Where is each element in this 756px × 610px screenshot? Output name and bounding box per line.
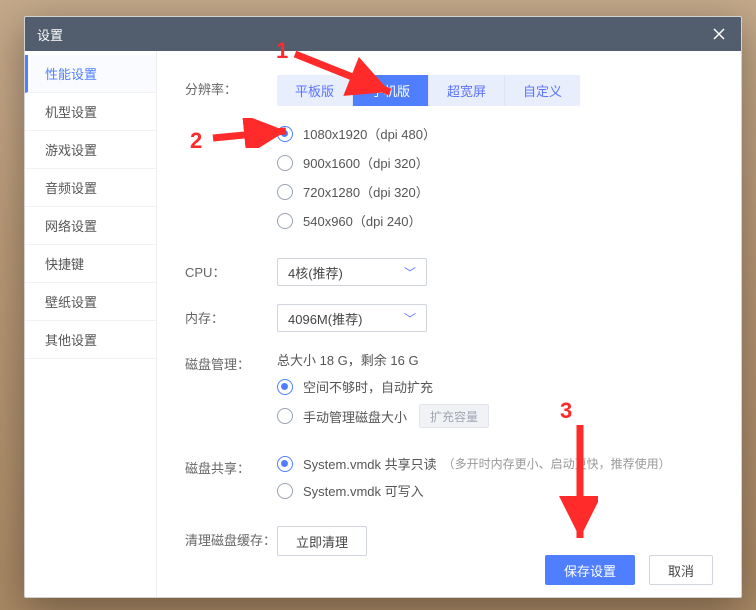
radio-icon xyxy=(277,379,293,395)
row-disk-share: 磁盘共享： System.vmdk 共享只读 （多开时内存更小、启动更快，推荐使用… xyxy=(185,454,713,508)
option-label: 1080x1920（dpi 480） xyxy=(303,124,436,143)
resolution-option-3[interactable]: 540x960（dpi 240） xyxy=(277,211,713,230)
tab-ultrawide[interactable]: 超宽屏 xyxy=(428,75,504,106)
disk-share-writable[interactable]: System.vmdk 可写入 xyxy=(277,481,713,500)
sidebar-item-label: 性能设置 xyxy=(45,64,97,83)
row-memory: 内存： 4096M(推荐) ﹀ xyxy=(185,304,713,332)
row-cpu: CPU： 4核(推荐) ﹀ xyxy=(185,258,713,286)
sidebar-item-performance[interactable]: 性能设置 xyxy=(25,55,156,93)
resolution-option-2[interactable]: 720x1280（dpi 320） xyxy=(277,182,713,201)
select-value: 4096M(推荐) xyxy=(288,309,362,328)
disk-summary: 总大小 18 G，剩余 16 G xyxy=(277,350,713,369)
sidebar-item-game[interactable]: 游戏设置 xyxy=(25,131,156,169)
tab-custom[interactable]: 自定义 xyxy=(504,75,580,106)
expand-capacity-button: 扩充容量 xyxy=(419,404,489,428)
radio-icon xyxy=(277,184,293,200)
save-button[interactable]: 保存设置 xyxy=(545,555,635,585)
select-value: 4核(推荐) xyxy=(288,263,343,282)
sidebar-item-audio[interactable]: 音频设置 xyxy=(25,169,156,207)
chevron-down-icon: ﹀ xyxy=(404,310,416,327)
radio-icon xyxy=(277,155,293,171)
resolution-option-0[interactable]: 1080x1920（dpi 480） xyxy=(277,124,713,143)
sidebar-item-label: 网络设置 xyxy=(45,216,97,235)
cpu-label: CPU： xyxy=(185,258,277,286)
resolution-control: 平板版 手机版 超宽屏 自定义 1080x1920（dpi 480） 900x1… xyxy=(277,75,713,240)
disk-share-readonly[interactable]: System.vmdk 共享只读 （多开时内存更小、启动更快，推荐使用） xyxy=(277,454,713,473)
resolution-options: 1080x1920（dpi 480） 900x1600（dpi 320） 720… xyxy=(277,124,713,230)
radio-icon xyxy=(277,213,293,229)
resolution-tabs: 平板版 手机版 超宽屏 自定义 xyxy=(277,75,580,106)
sidebar-item-shortcut[interactable]: 快捷键 xyxy=(25,245,156,283)
sidebar-item-wallpaper[interactable]: 壁纸设置 xyxy=(25,283,156,321)
tab-tablet[interactable]: 平板版 xyxy=(277,75,352,106)
tab-label: 平板版 xyxy=(295,84,334,99)
radio-icon xyxy=(277,126,293,142)
option-label: 540x960（dpi 240） xyxy=(303,211,422,230)
radio-icon xyxy=(277,456,293,472)
option-label: System.vmdk 可写入 xyxy=(303,481,424,500)
clear-cache-button[interactable]: 立即清理 xyxy=(277,526,367,556)
radio-icon xyxy=(277,483,293,499)
clear-cache-label: 清理磁盘缓存： xyxy=(185,526,277,556)
resolution-option-1[interactable]: 900x1600（dpi 320） xyxy=(277,153,713,172)
option-label: System.vmdk 共享只读 xyxy=(303,454,437,473)
close-button[interactable] xyxy=(697,17,741,51)
option-hint: （多开时内存更小、启动更快，推荐使用） xyxy=(443,455,671,472)
dialog-body: 性能设置 机型设置 游戏设置 音频设置 网络设置 快捷键 壁纸设置 其他设置 分… xyxy=(25,51,741,597)
memory-select[interactable]: 4096M(推荐) ﹀ xyxy=(277,304,427,332)
resolution-label: 分辨率： xyxy=(185,75,277,240)
option-label: 900x1600（dpi 320） xyxy=(303,153,429,172)
disk-manual-option[interactable]: 手动管理磁盘大小扩充容量 xyxy=(277,404,713,428)
row-resolution: 分辨率： 平板版 手机版 超宽屏 自定义 1080x1920（dpi 480） … xyxy=(185,75,713,240)
sidebar-item-label: 游戏设置 xyxy=(45,140,97,159)
tab-label: 手机版 xyxy=(371,84,410,99)
sidebar-item-label: 机型设置 xyxy=(45,102,97,121)
option-label: 空间不够时，自动扩充 xyxy=(303,377,433,396)
tab-label: 超宽屏 xyxy=(447,84,486,99)
chevron-down-icon: ﹀ xyxy=(404,264,416,281)
sidebar-item-label: 快捷键 xyxy=(45,254,84,273)
sidebar-item-label: 壁纸设置 xyxy=(45,292,97,311)
option-label: 720x1280（dpi 320） xyxy=(303,182,429,201)
option-label: 手动管理磁盘大小 xyxy=(303,407,407,426)
row-clear-cache: 清理磁盘缓存： 立即清理 xyxy=(185,526,713,556)
memory-label: 内存： xyxy=(185,304,277,332)
dialog-title: 设置 xyxy=(37,25,63,44)
main-panel: 分辨率： 平板版 手机版 超宽屏 自定义 1080x1920（dpi 480） … xyxy=(157,51,741,597)
sidebar-item-other[interactable]: 其他设置 xyxy=(25,321,156,359)
disk-share-label: 磁盘共享： xyxy=(185,454,277,508)
dialog-footer: 保存设置 取消 xyxy=(545,555,713,585)
sidebar-item-label: 音频设置 xyxy=(45,178,97,197)
sidebar-item-label: 其他设置 xyxy=(45,330,97,349)
sidebar-item-model[interactable]: 机型设置 xyxy=(25,93,156,131)
tab-label: 自定义 xyxy=(523,84,562,99)
sidebar: 性能设置 机型设置 游戏设置 音频设置 网络设置 快捷键 壁纸设置 其他设置 xyxy=(25,51,157,597)
close-icon xyxy=(713,28,725,40)
radio-icon xyxy=(277,408,293,424)
title-bar: 设置 xyxy=(25,17,741,51)
cancel-button[interactable]: 取消 xyxy=(649,555,713,585)
disk-manage-label: 磁盘管理： xyxy=(185,350,277,436)
cpu-select[interactable]: 4核(推荐) ﹀ xyxy=(277,258,427,286)
tab-phone[interactable]: 手机版 xyxy=(352,75,428,106)
sidebar-item-network[interactable]: 网络设置 xyxy=(25,207,156,245)
settings-dialog: 设置 性能设置 机型设置 游戏设置 音频设置 网络设置 快捷键 壁纸设置 其他设… xyxy=(24,16,742,598)
disk-auto-option[interactable]: 空间不够时，自动扩充 xyxy=(277,377,713,396)
row-disk-manage: 磁盘管理： 总大小 18 G，剩余 16 G 空间不够时，自动扩充 手动管理磁盘… xyxy=(185,350,713,436)
